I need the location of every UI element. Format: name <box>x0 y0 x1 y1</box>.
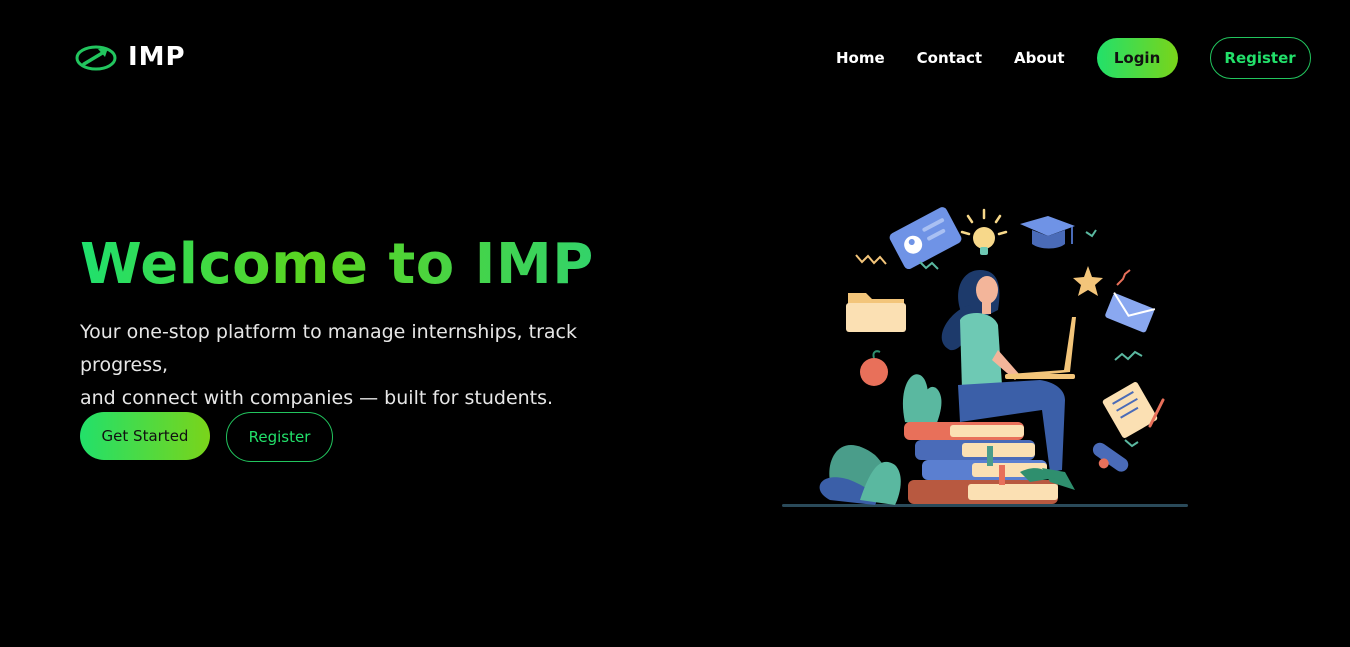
nav-links: Home Contact About Login Register <box>836 37 1311 79</box>
squiggle-decoration <box>1124 439 1139 448</box>
hero-title: Welcome to IMP <box>80 232 594 297</box>
star-icon <box>1073 266 1103 296</box>
nav-link-home[interactable]: Home <box>836 37 885 79</box>
squiggle-decoration <box>1116 269 1131 286</box>
login-button[interactable]: Login <box>1096 38 1178 78</box>
envelope-icon <box>1105 292 1156 333</box>
ground-line <box>782 504 1188 507</box>
get-started-button[interactable]: Get Started <box>80 412 210 460</box>
lightbulb-icon <box>960 208 1008 255</box>
hero-subtitle-line1: Your one-stop platform to manage interns… <box>80 321 577 376</box>
squiggle-decoration <box>855 254 887 265</box>
arrow-circle-icon <box>75 45 117 71</box>
graduation-cap-icon <box>1020 216 1075 249</box>
hero-subtitle-line2: and connect with companies — built for s… <box>80 387 554 409</box>
hero-subtitle: Your one-stop platform to manage interns… <box>80 316 660 415</box>
squiggle-decoration <box>1085 229 1097 238</box>
register-button-hero[interactable]: Register <box>226 412 333 462</box>
register-button-nav[interactable]: Register <box>1209 37 1311 79</box>
navbar: IMP Home Contact About Login Register <box>0 0 1350 118</box>
diploma-icon <box>1092 442 1129 472</box>
notebook-icon <box>1102 382 1158 438</box>
id-card-icon <box>889 207 962 270</box>
squiggle-decoration <box>919 261 939 270</box>
nav-link-contact[interactable]: Contact <box>917 37 982 79</box>
student-illustration <box>782 207 1188 507</box>
logo-text: IMP <box>128 42 186 72</box>
books-stack-icon <box>904 422 1058 504</box>
nav-link-about[interactable]: About <box>1014 37 1065 79</box>
squiggle-decoration <box>1114 350 1143 361</box>
folder-icon <box>846 293 906 332</box>
logo[interactable]: IMP <box>74 42 186 72</box>
apple-icon <box>860 350 888 386</box>
